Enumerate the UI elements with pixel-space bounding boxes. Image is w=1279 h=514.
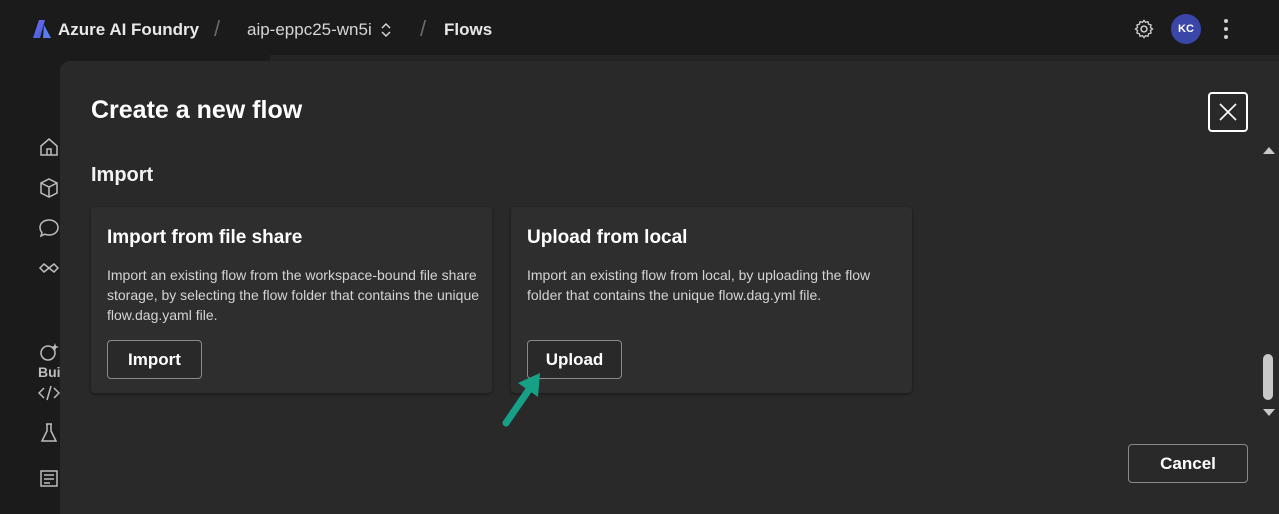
card-description: Import an existing flow from the workspa… xyxy=(107,267,480,323)
cancel-button[interactable]: Cancel xyxy=(1128,444,1248,483)
project-selector[interactable]: aip-eppc25-wn5i xyxy=(247,20,392,40)
upload-from-local-card: Upload from local Import an existing flo… xyxy=(511,207,912,393)
card-description: Import an existing flow from local, by u… xyxy=(527,267,871,303)
scroll-up-arrow-icon[interactable] xyxy=(1262,145,1276,155)
sparkle-icon[interactable] xyxy=(38,341,60,363)
code-icon[interactable] xyxy=(38,382,60,404)
breadcrumb-separator: / xyxy=(420,16,427,41)
card-title: Import from file share xyxy=(107,227,303,248)
infinity-icon[interactable] xyxy=(38,257,60,279)
annotation-arrow-icon xyxy=(502,373,540,427)
close-button[interactable] xyxy=(1208,92,1248,132)
dialog-title: Create a new flow xyxy=(91,96,303,124)
import-button[interactable]: Import xyxy=(107,340,202,379)
avatar[interactable]: KC xyxy=(1171,14,1201,44)
chat-icon[interactable] xyxy=(38,217,60,239)
chevron-updown-icon xyxy=(381,22,391,38)
breadcrumb-current[interactable]: Flows xyxy=(444,20,492,40)
azure-logo-icon xyxy=(33,20,51,38)
scrollbar-thumb[interactable] xyxy=(1263,354,1273,400)
sidebar: Bui xyxy=(0,58,62,514)
cube-icon[interactable] xyxy=(38,177,60,199)
project-name: aip-eppc25-wn5i xyxy=(247,20,372,39)
import-from-file-share-card: Import from file share Import an existin… xyxy=(91,207,492,393)
section-title-import: Import xyxy=(91,164,154,186)
close-icon xyxy=(1219,103,1237,121)
home-icon[interactable] xyxy=(38,136,60,158)
more-options-icon[interactable] xyxy=(1216,16,1236,42)
create-flow-dialog: Create a new flow Import Import from fil… xyxy=(60,61,1279,514)
sidebar-section-label: Bui xyxy=(38,364,61,380)
app-name[interactable]: Azure AI Foundry xyxy=(58,20,199,40)
top-bar: Azure AI Foundry / aip-eppc25-wn5i / Flo… xyxy=(0,0,1279,58)
gear-icon[interactable] xyxy=(1133,18,1155,40)
list-icon[interactable] xyxy=(38,467,60,489)
card-title: Upload from local xyxy=(527,227,688,248)
flask-icon[interactable] xyxy=(38,422,60,444)
breadcrumb-separator: / xyxy=(214,16,221,41)
scroll-down-arrow-icon[interactable] xyxy=(1262,408,1276,418)
